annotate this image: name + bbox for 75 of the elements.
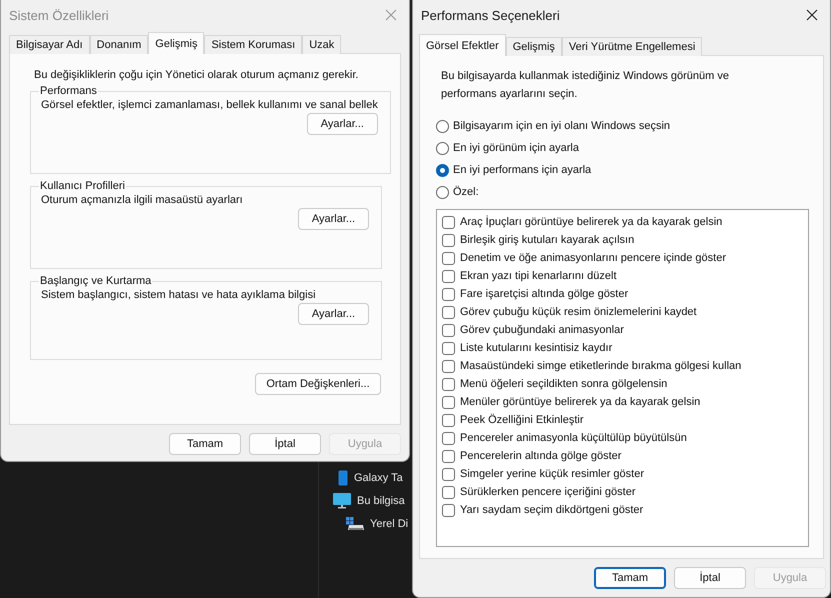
checkbox-label[interactable]: Peek Özelliğini Etkinleştir — [460, 412, 584, 428]
radio-label[interactable]: Özel: — [453, 184, 479, 200]
dialog-button[interactable]: İptal — [674, 567, 746, 589]
radio-button[interactable] — [436, 164, 449, 176]
checkbox-label[interactable]: Görev çubuğu küçük resim önizlemelerini kaydet — [460, 304, 697, 320]
checkbox-label[interactable]: Pencereler animasyonla küçültülüp büyütülsün — [460, 430, 687, 446]
monitor-icon — [333, 493, 351, 509]
tree-item[interactable]: Yerel Di — [370, 518, 408, 530]
checkbox[interactable] — [442, 306, 455, 318]
group-description: Sistem başlangıcı, sistem hatası ve hata ayıklama bilgisi — [41, 288, 317, 303]
tab[interactable]: Görsel Efektler — [419, 34, 506, 56]
checkbox[interactable] — [442, 216, 455, 228]
checkbox[interactable] — [442, 504, 455, 516]
window-title: Performans Seçenekleri — [421, 8, 560, 22]
checkbox[interactable] — [442, 432, 455, 444]
checkbox[interactable] — [442, 234, 455, 246]
group-title: Başlangıç ve Kurtarma — [39, 275, 152, 287]
radio-button[interactable] — [436, 186, 449, 198]
dialog-button[interactable]: Tamam — [594, 567, 666, 589]
close-button[interactable] — [804, 7, 820, 23]
checkbox[interactable] — [442, 414, 455, 426]
checkbox-label[interactable]: Yarı saydam seçim dikdörtgeni göster — [460, 502, 644, 518]
checkbox[interactable] — [442, 396, 455, 408]
dialog-button[interactable]: Tamam — [169, 433, 241, 455]
checkbox[interactable] — [442, 288, 455, 300]
radio-button[interactable] — [436, 120, 449, 132]
checkbox[interactable] — [442, 324, 455, 336]
notice-text: Bu değişikliklerin çoğu için Yönetici olarak oturum açmanız gerekir. — [34, 68, 360, 83]
checkbox[interactable] — [442, 360, 455, 372]
checkbox-label[interactable]: Simgeler yerine küçük resimler göster — [460, 466, 644, 482]
checkbox-label[interactable]: Araç İpuçları görüntüye belirerek ya da kayarak gelsin — [460, 214, 722, 230]
tab[interactable]: Sistem Koruması — [204, 35, 302, 54]
checkbox-label[interactable]: Menü öğeleri seçildikten sonra gölgelensin — [460, 376, 668, 392]
radio-label[interactable]: En iyi performans için ayarla — [453, 162, 592, 178]
tab[interactable]: Donanım — [90, 35, 148, 54]
tree-item[interactable]: Galaxy Ta — [354, 472, 403, 484]
radio-label[interactable]: En iyi görünüm için ayarla — [453, 140, 579, 156]
tree-item[interactable]: Bu bilgisa — [357, 495, 405, 507]
group-description: Oturum açmanızla ilgili masaüstü ayarları — [41, 193, 244, 208]
checkbox[interactable] — [442, 468, 455, 480]
checkbox-label[interactable]: Pencerelerin altında gölge göster — [460, 448, 622, 464]
checkbox-label[interactable]: Ekran yazı tipi kenarlarını düzelt — [460, 268, 617, 284]
group-description: Görsel efektler, işlemci zamanlaması, bellek kullanımı ve sanal bellek — [41, 98, 378, 113]
tab[interactable]: Bilgisayar Adı — [9, 35, 90, 54]
dialog-button[interactable]: İptal — [249, 433, 321, 455]
tab[interactable]: Gelişmiş — [506, 37, 562, 56]
checkbox-label[interactable]: Sürüklerken pencere içeriğini göster — [460, 484, 636, 500]
tab[interactable]: Uzak — [302, 35, 342, 54]
settings-button[interactable]: Ayarlar... — [298, 303, 369, 325]
checkbox[interactable] — [442, 252, 455, 264]
checkbox[interactable] — [442, 450, 455, 462]
checkbox[interactable] — [442, 342, 455, 354]
checkbox-label[interactable]: Denetim ve öğe animasyonlarını pencere içinde göster — [460, 250, 726, 266]
checkbox[interactable] — [442, 270, 455, 282]
group-title: Kullanıcı Profilleri — [39, 180, 126, 192]
checkbox-label[interactable]: Görev çubuğundaki animasyonlar — [460, 322, 624, 338]
checkbox-label[interactable]: Fare işaretçisi altında gölge göster — [460, 286, 628, 302]
checkbox[interactable] — [442, 486, 455, 498]
radio-button[interactable] — [436, 142, 449, 154]
settings-button[interactable]: Ayarlar... — [298, 208, 369, 230]
group-title: Performans — [39, 85, 98, 97]
checkbox-label[interactable]: Menüler görüntüye belirerek ya da kayarak gelsin — [460, 394, 700, 410]
drive-icon — [346, 517, 364, 531]
checkbox-label[interactable]: Liste kutularını kesintisiz kaydır — [460, 340, 612, 356]
tab[interactable]: Veri Yürütme Engellemesi — [562, 37, 702, 56]
settings-button[interactable]: Ayarlar... — [306, 113, 378, 135]
checkbox[interactable] — [442, 378, 455, 390]
tab[interactable]: Gelişmiş — [148, 32, 204, 54]
window-title: Sistem Özellikleri — [9, 8, 109, 22]
checkbox-label[interactable]: Masaüstündeki simge etiketlerinde bırakma gölgesi kullan — [460, 358, 742, 374]
tablet-icon — [338, 470, 348, 486]
radio-label[interactable]: Bilgisayarım için en iyi olanı Windows seçsin — [453, 118, 670, 134]
environment-variables-button[interactable]: Ortam Değişkenleri... — [255, 373, 381, 395]
checkbox-label[interactable]: Birleşik giriş kutuları kayarak açılsın — [460, 232, 634, 248]
description-text: Bu bilgisayarda kullanmak istediğiniz Windows görünüm ve performans ayarlarını seçin. — [441, 69, 730, 102]
